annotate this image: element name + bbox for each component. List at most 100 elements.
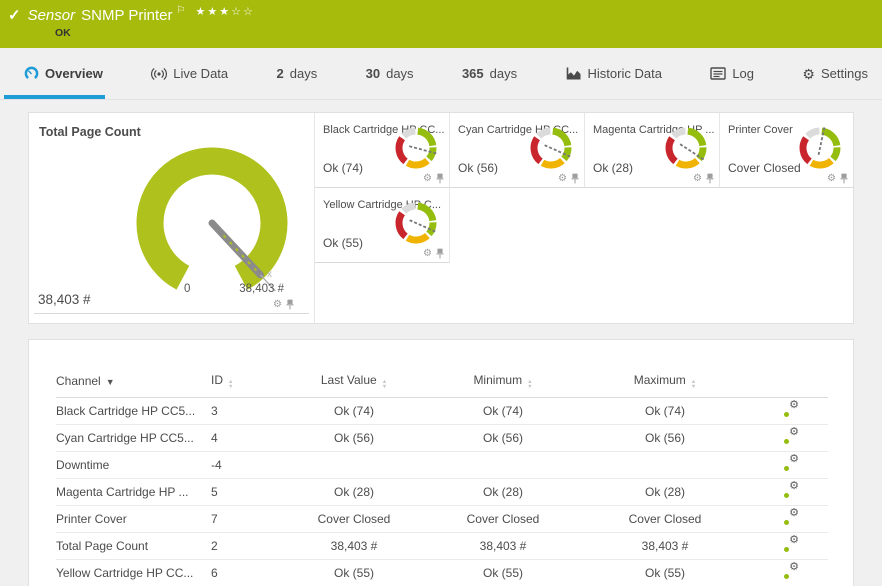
column-header-last-value[interactable]: Last Value▲▼ [293, 368, 415, 398]
channels-table: Channel▼ ID▲▼ Last Value▲▼ Minimum▲▼ Max… [56, 368, 828, 586]
channel-link[interactable]: Yellow Cartridge HP CC... [56, 566, 193, 580]
pin-icon[interactable] [840, 173, 848, 184]
tab-log[interactable]: Log [710, 48, 754, 99]
channel-minimum: 38,403 # [415, 533, 591, 560]
channel-maximum: Ok (28) [591, 479, 739, 506]
mini-gauge-dial [392, 124, 440, 172]
sensor-header: ✓ Sensor SNMP Printer ⚐ ★★★☆☆ OK [0, 0, 882, 48]
tab-number: 365 [462, 66, 484, 81]
gauges-panel: Total Page Count x 0 38,403 # 38,403 # ⚙ [28, 112, 854, 324]
gauge-settings-gear-icon[interactable]: ⚙ [423, 174, 432, 184]
tab-number: 2 [277, 66, 284, 81]
channel-minimum: Ok (56) [415, 425, 591, 452]
tab-30-days[interactable]: 30 days [366, 48, 414, 99]
gauge-settings-gear-icon[interactable]: ⚙ [827, 174, 836, 184]
mini-gauge-value: Ok (28) [593, 161, 633, 175]
channel-link[interactable]: Magenta Cartridge HP ... [56, 485, 189, 499]
channel-last-value [293, 452, 415, 479]
mini-gauge-dial [796, 124, 844, 172]
channel-id: 2 [211, 533, 293, 560]
mini-gauge-dial [662, 124, 710, 172]
channel-last-value: Ok (28) [293, 479, 415, 506]
channel-minimum: Ok (28) [415, 479, 591, 506]
channel-row: Black Cartridge HP CC5... 3 Ok (74) Ok (… [56, 398, 828, 425]
channel-link[interactable]: Cyan Cartridge HP CC5... [56, 431, 194, 445]
mini-gauge-yellow-cartridge: Yellow Cartridge HP C... Ok (55) ⚙ [315, 188, 450, 263]
channel-last-value: Ok (56) [293, 425, 415, 452]
mini-gauge-dial [392, 199, 440, 247]
tab-overview[interactable]: Overview [24, 48, 103, 99]
gauge-settings-gear-icon[interactable]: ⚙ [558, 174, 567, 184]
broadcast-icon [151, 67, 167, 81]
channel-settings-icon[interactable]: ⚙ [784, 484, 799, 498]
channel-minimum [415, 452, 591, 479]
sort-icon: ▲▼ [228, 380, 233, 389]
tab-365-days[interactable]: 365 days [462, 48, 517, 99]
prtg-sensor-page: ✓ Sensor SNMP Printer ⚐ ★★★☆☆ OK Overvie… [0, 0, 882, 586]
channel-row: Total Page Count 2 38,403 # 38,403 # 38,… [56, 533, 828, 560]
pin-icon[interactable] [436, 173, 444, 184]
pin-icon[interactable] [436, 248, 444, 259]
mini-gauge-black-cartridge: Black Cartridge HP CC... Ok (74) ⚙ [315, 113, 450, 188]
channel-link[interactable]: Downtime [56, 458, 109, 472]
column-header-minimum[interactable]: Minimum▲▼ [415, 368, 591, 398]
channel-settings-icon[interactable]: ⚙ [784, 403, 799, 417]
channel-settings-icon[interactable]: ⚙ [784, 565, 799, 579]
channel-id: 6 [211, 560, 293, 586]
channel-id: 4 [211, 425, 293, 452]
mini-gauge-cyan-cartridge: Cyan Cartridge HP CC... Ok (56) ⚙ [450, 113, 585, 188]
tab-live-data[interactable]: Live Data [151, 48, 228, 99]
sensor-title: SNMP Printer [81, 7, 172, 24]
column-header-maximum[interactable]: Maximum▲▼ [591, 368, 739, 398]
pin-icon[interactable] [286, 299, 294, 310]
tab-label: Live Data [173, 66, 228, 81]
channel-link[interactable]: Printer Cover [56, 512, 127, 526]
channel-settings-icon[interactable]: ⚙ [784, 511, 799, 525]
channel-row: Printer Cover 7 Cover Closed Cover Close… [56, 506, 828, 533]
tab-label: Log [732, 66, 754, 81]
channel-settings-icon[interactable]: ⚙ [784, 457, 799, 471]
channel-maximum: Ok (56) [591, 425, 739, 452]
priority-stars[interactable]: ★★★☆☆ [196, 5, 255, 18]
pin-icon[interactable] [706, 173, 714, 184]
tab-label: days [490, 66, 517, 81]
channel-id: 7 [211, 506, 293, 533]
tab-number: 30 [366, 66, 380, 81]
sensor-type-label: Sensor [28, 7, 76, 24]
mini-gauge-value: Ok (55) [323, 236, 363, 250]
mini-gauge-value: Ok (56) [458, 161, 498, 175]
channel-link[interactable]: Total Page Count [56, 539, 148, 553]
gauge-settings-gear-icon[interactable]: ⚙ [423, 249, 432, 259]
pin-icon[interactable] [571, 173, 579, 184]
gauge-settings-gear-icon[interactable]: ⚙ [693, 174, 702, 184]
column-header-channel[interactable]: Channel▼ [56, 368, 211, 398]
channel-link[interactable]: Black Cartridge HP CC5... [56, 404, 195, 418]
gauge-settings-gear-icon[interactable]: ⚙ [273, 300, 282, 310]
sort-icon: ▲▼ [382, 380, 387, 389]
divider [34, 313, 309, 314]
tab-settings[interactable]: ⚙ Settings [802, 48, 868, 99]
needle-tip-marker: x [267, 269, 272, 280]
gauge-value: 38,403 # [38, 292, 91, 307]
column-header-id[interactable]: ID▲▼ [211, 368, 293, 398]
gauge-min-label: 0 [184, 283, 190, 295]
mini-gauge-grid: Black Cartridge HP CC... Ok (74) ⚙ Cyan … [315, 113, 853, 323]
tab-label: Historic Data [588, 66, 662, 81]
total-page-count-gauge: Total Page Count x 0 38,403 # 38,403 # ⚙ [29, 113, 315, 323]
channel-settings-icon[interactable]: ⚙ [784, 430, 799, 444]
channels-panel: Channel▼ ID▲▼ Last Value▲▼ Minimum▲▼ Max… [28, 339, 854, 586]
channel-last-value: Ok (55) [293, 560, 415, 586]
sort-desc-icon: ▼ [106, 377, 115, 387]
channel-row: Yellow Cartridge HP CC... 6 Ok (55) Ok (… [56, 560, 828, 586]
pause-flag-icon[interactable]: ⚐ [177, 5, 186, 16]
channel-row: Cyan Cartridge HP CC5... 4 Ok (56) Ok (5… [56, 425, 828, 452]
tab-2-days[interactable]: 2 days [277, 48, 318, 99]
channel-last-value: Cover Closed [293, 506, 415, 533]
channel-id: -4 [211, 452, 293, 479]
tab-label: days [290, 66, 317, 81]
sort-icon: ▲▼ [527, 380, 532, 389]
channel-maximum [591, 452, 739, 479]
channel-settings-icon[interactable]: ⚙ [784, 538, 799, 552]
tab-historic-data[interactable]: Historic Data [566, 48, 662, 99]
mini-gauge-title: Printer Cover [728, 124, 793, 136]
